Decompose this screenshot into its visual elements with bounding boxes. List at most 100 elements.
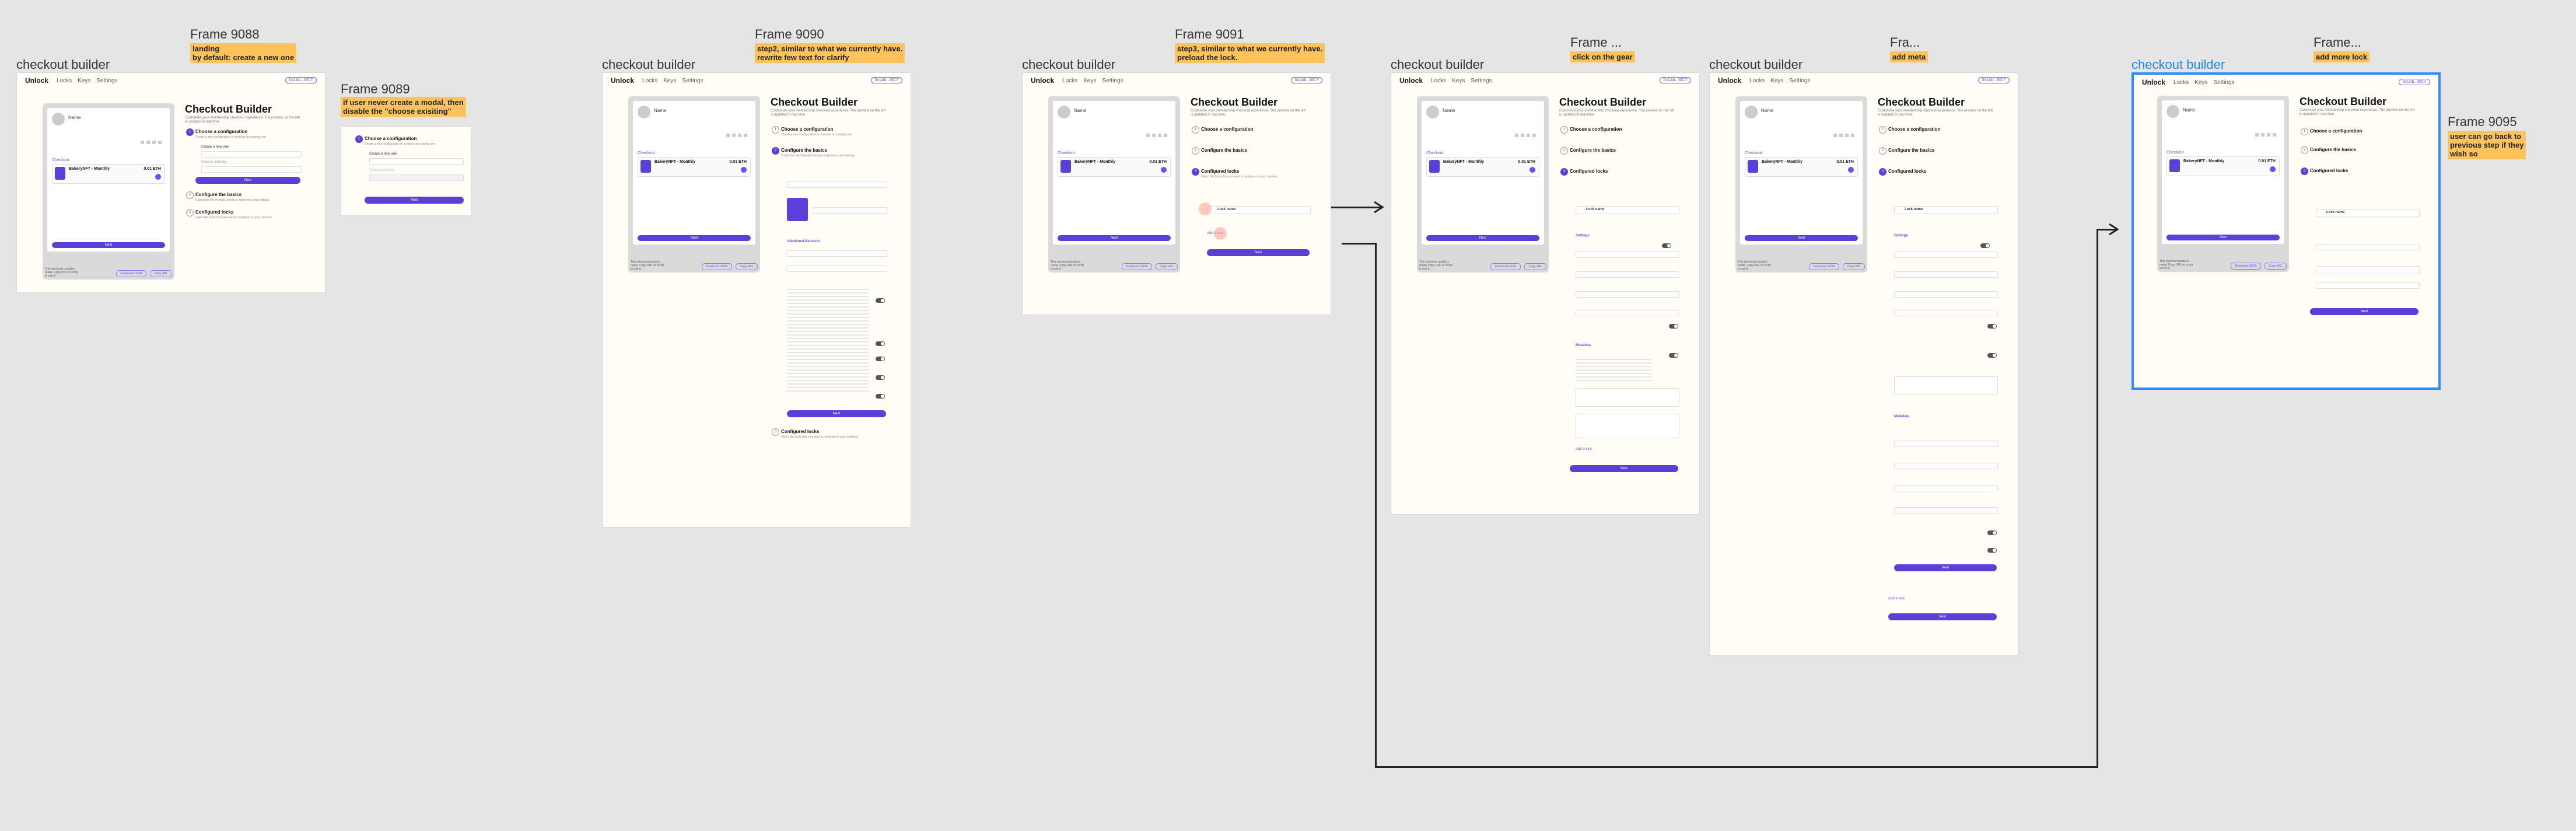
title-input[interactable]: [787, 181, 887, 188]
step-choose-config[interactable]: 1 Choose a configuration: [772, 126, 833, 134]
download-json-button[interactable]: Download JSON: [1122, 263, 1152, 270]
preview-lock-card[interactable]: BakeryNFT - Monthly 0.01 ETH: [52, 164, 165, 184]
step-choose-config[interactable]: 1 Choose a configuration: [2301, 128, 2362, 135]
nav-keys[interactable]: Keys: [663, 78, 676, 84]
passwordless-toggle[interactable]: [876, 341, 885, 346]
nav-settings[interactable]: Settings: [2213, 79, 2234, 86]
preview-lock-card[interactable]: BakeryNFT - Monthly 0.01 ETH: [2166, 156, 2280, 176]
metadata-public-toggle[interactable]: [1987, 548, 1997, 553]
step-configured-locks[interactable]: 3 Configured locks: [772, 428, 819, 436]
preview-next-button[interactable]: Next: [1058, 235, 1171, 241]
nav-locks[interactable]: Locks: [1749, 78, 1765, 84]
add-lock-link[interactable]: Add a lock: [1888, 597, 1905, 600]
recurring-toggle[interactable]: [1980, 243, 1990, 248]
download-json-button[interactable]: Download JSON: [702, 263, 732, 270]
preview-next-button[interactable]: Next: [638, 235, 751, 241]
next-button[interactable]: Next: [1570, 465, 1678, 472]
nav-keys[interactable]: Keys: [78, 78, 90, 84]
sticky-note-9088[interactable]: landing by default: create a new one: [190, 43, 297, 63]
min-recipients-input[interactable]: [1576, 310, 1679, 316]
add-metadata-button[interactable]: Next: [1894, 564, 1997, 571]
copy-url-button[interactable]: Copy URL: [2264, 263, 2287, 270]
copy-url-button[interactable]: Copy URL: [736, 263, 758, 270]
skip-selection-toggle[interactable]: [876, 394, 885, 399]
preview-lock-card[interactable]: BakeryNFT - Monthly 0.01 ETH: [1426, 157, 1539, 177]
metadata-required-toggle[interactable]: [1987, 530, 1997, 535]
preview-next-button[interactable]: Next: [52, 242, 165, 248]
step-configure-basics[interactable]: 2 Configure the basics: [1192, 147, 1247, 155]
copy-url-button[interactable]: Copy URL: [1843, 263, 1865, 270]
frame-gear-settings[interactable]: Unlock Locks Keys Settings 0x1Ab...6fC7 …: [1391, 72, 1700, 515]
step-choose-config[interactable]: 1 Choose a configuration: [1879, 126, 1940, 134]
metadata-default-input[interactable]: [1894, 485, 1998, 491]
name-input[interactable]: [1576, 271, 1679, 278]
wallet-button[interactable]: 0x1Ab...6fC7: [1290, 77, 1322, 83]
option-create-new[interactable]: Create a new one: [201, 145, 229, 149]
min-recipients-input[interactable]: [1894, 310, 1998, 316]
metadata-type-select[interactable]: [1894, 441, 1998, 447]
sticky-note-9091[interactable]: step3, similar to what we currently have…: [1175, 43, 1325, 63]
preview-next-button[interactable]: Next: [1426, 235, 1539, 241]
nav-locks[interactable]: Locks: [2174, 79, 2189, 86]
sticky-note-5[interactable]: click on the gear: [1570, 51, 1635, 62]
copy-url-button[interactable]: Copy URL: [1156, 263, 1178, 270]
step-choose-config[interactable]: 1 Choose a configuration: [1192, 126, 1253, 134]
option-create-new[interactable]: Create a new one: [369, 152, 397, 156]
step-configured-locks[interactable]: 3 Configured locks: [1879, 168, 1926, 176]
step-configured-locks[interactable]: 3 Configured locks: [2301, 167, 2348, 175]
download-json-button[interactable]: Download JSON: [116, 270, 146, 277]
option-choose-existing[interactable]: Choose existing: [201, 160, 226, 164]
copy-url-button[interactable]: Copy URL: [1524, 263, 1546, 270]
sticky-note-7[interactable]: add more lock: [2314, 51, 2370, 62]
metadata-box[interactable]: [1576, 414, 1679, 438]
nav-settings[interactable]: Settings: [1789, 78, 1810, 84]
name-input[interactable]: [1894, 271, 1998, 278]
frame-9089[interactable]: 1 Choose a configuration Create a new con…: [341, 126, 471, 216]
preview-lock-card[interactable]: BakeryNFT - Monthly 0.01 ETH: [638, 157, 751, 177]
step-configure-basics[interactable]: 2 Configure the basics: [1560, 147, 1616, 155]
next-button[interactable]: Next: [195, 177, 300, 184]
max-recipients-input[interactable]: [1576, 291, 1679, 298]
sticky-note-9095[interactable]: user can go back to previous step if the…: [2448, 131, 2526, 159]
preview-lock-card[interactable]: BakeryNFT - Monthly 0.01 ETH: [1058, 157, 1171, 177]
frame-add-more-lock[interactable]: Unlock Locks Keys Settings 0x1Ab...6fC7 …: [2132, 72, 2441, 390]
nav-locks[interactable]: Locks: [1062, 78, 1077, 84]
collect-email-toggle[interactable]: [1987, 324, 1997, 329]
nav-locks[interactable]: Locks: [1431, 78, 1446, 84]
emoji-url-input[interactable]: [1576, 388, 1679, 407]
new-lock-row[interactable]: [2316, 266, 2420, 274]
step-configure-basics[interactable]: 2 Configure the basics: [186, 191, 242, 199]
frame-9090[interactable]: Unlock Locks Keys Settings 0x1Ab...6fC7 …: [602, 72, 911, 528]
persistent-checkout-toggle[interactable]: [876, 298, 885, 303]
frame-add-meta[interactable]: Unlock Locks Keys Settings 0x1Ab...6fC7 …: [1709, 72, 2018, 656]
step-configured-locks[interactable]: 3 Configured locks: [186, 209, 233, 217]
next-button[interactable]: Next: [1888, 613, 1997, 620]
preview-next-button[interactable]: Next: [1745, 235, 1858, 241]
nav-keys[interactable]: Keys: [1083, 78, 1096, 84]
sticky-note-9089[interactable]: if user never create a modal, then disab…: [341, 97, 466, 117]
sticky-note-9090[interactable]: step2, similar to what we currently have…: [755, 43, 905, 63]
skip-recipient-toggle[interactable]: [876, 375, 885, 380]
nav-keys[interactable]: Keys: [1770, 78, 1783, 84]
wallet-button[interactable]: 0x1Ab...6fC7: [1659, 77, 1691, 83]
next-button[interactable]: Next: [365, 197, 464, 204]
collect-email-toggle[interactable]: [1669, 324, 1678, 329]
nav-locks[interactable]: Locks: [57, 78, 72, 84]
step-choose-config[interactable]: 1 Choose a configuration: [186, 128, 247, 136]
add-lock-button[interactable]: [2316, 282, 2420, 289]
wallet-button[interactable]: 0x1Ab...6fC7: [870, 77, 902, 83]
recurring-payments-input[interactable]: [1894, 252, 1998, 258]
step-configure-basics[interactable]: 2 Configure the basics: [2301, 146, 2356, 154]
metadata-placeholder-input[interactable]: [1894, 507, 1998, 514]
step-configure-basics[interactable]: 2 Configure the basics: [772, 147, 827, 155]
modal-icon-preview[interactable]: [787, 198, 808, 221]
metadata-label-input[interactable]: [1894, 463, 1998, 469]
step-configured-locks[interactable]: 3 Configured locks: [1560, 168, 1608, 176]
wallet-button[interactable]: 0x1Ab...6fC7: [285, 77, 317, 83]
redirect-url-input[interactable]: [787, 250, 887, 257]
frame-9088[interactable]: Unlock Locks Keys Settings 0x1Ab...6fC7 …: [16, 72, 326, 293]
wallet-button[interactable]: 0x1Ab...6fC7: [2398, 79, 2430, 85]
step-choose-config[interactable]: 1 Choose a configuration: [1560, 126, 1622, 134]
download-json-button[interactable]: Download JSON: [2231, 263, 2261, 270]
sticky-note-6[interactable]: add meta: [1890, 51, 1929, 62]
